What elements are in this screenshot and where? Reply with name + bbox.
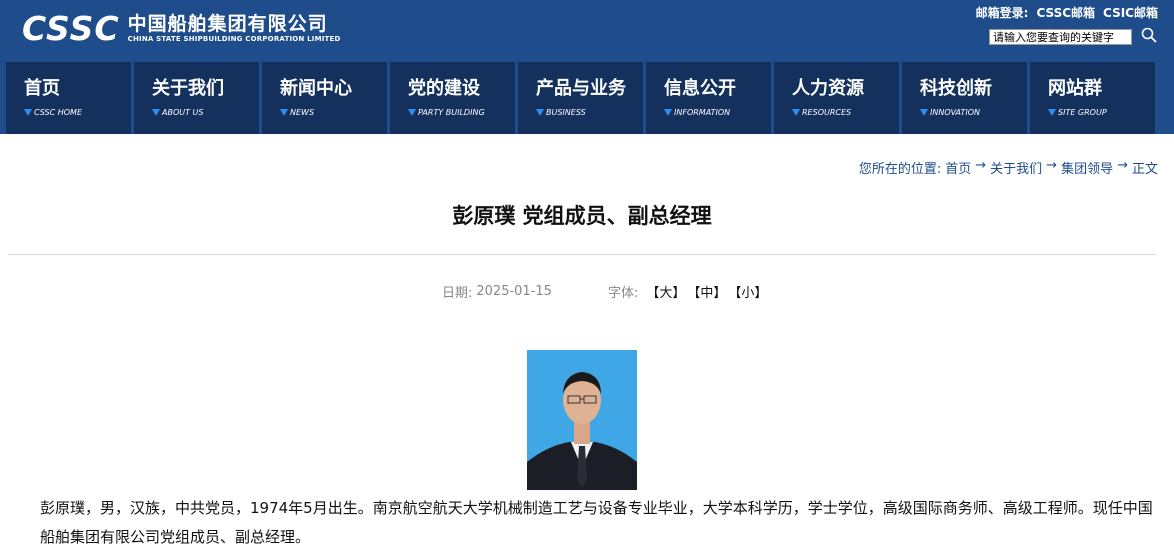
article-title: 彭原璞 党组成员、副总经理: [452, 204, 712, 228]
breadcrumb-link-leaders[interactable]: 集团领导: [1061, 158, 1113, 177]
logo-cn: 中国船舶集团有限公司: [127, 12, 328, 35]
nav-label: 产品与业务: [536, 78, 626, 99]
nav-item-innovation[interactable]: 科技创新 INNOVATION: [902, 62, 1027, 134]
article-body: 彭原璞，男，汉族，中共党员，1974年5月出生。南京航空航天大学机械制造工艺与设…: [40, 499, 1153, 546]
nav-sublabel: BUSINESS: [546, 108, 586, 117]
nav-item-news[interactable]: 新闻中心 NEWS: [262, 62, 387, 134]
breadcrumb-separator: →: [1046, 158, 1058, 173]
triangle-down-icon: [408, 109, 416, 116]
logo-en: CSSC: [22, 8, 120, 48]
mail-login: 邮箱登录: CSSC邮箱 CSIC邮箱: [976, 4, 1158, 21]
site-header: CSSC 中国船舶集团有限公司 CHINA STATE SHIPBUILDING…: [0, 0, 1174, 134]
breadcrumb-link-about[interactable]: 关于我们: [990, 158, 1042, 177]
nav-sublabel: ABOUT US: [162, 108, 204, 117]
nav-label: 网站群: [1048, 78, 1102, 99]
font-size-small[interactable]: 【小】: [728, 282, 767, 301]
mail-link-csic[interactable]: CSIC邮箱: [1103, 4, 1158, 21]
font-size-label: 字体:: [607, 286, 639, 301]
nav-label: 首页: [24, 78, 60, 99]
nav-sublabel: SITE GROUP: [1058, 108, 1107, 117]
date-value: 2025-01-15: [476, 284, 552, 299]
nav-item-party[interactable]: 党的建设 PARTY BUILDING: [390, 62, 515, 134]
nav-label: 科技创新: [920, 78, 992, 99]
nav-sublabel: INFORMATION: [674, 108, 731, 117]
triangle-down-icon: [280, 109, 288, 116]
triangle-down-icon: [152, 109, 160, 116]
triangle-down-icon: [920, 109, 928, 116]
mail-label: 邮箱登录:: [975, 6, 1029, 20]
portrait-photo: [527, 350, 637, 490]
logo-subtitle: CHINA STATE SHIPBUILDING CORPORATION LIM…: [127, 34, 341, 43]
nav-item-site-group[interactable]: 网站群 SITE GROUP: [1030, 62, 1155, 134]
breadcrumb: 您所在的位置: 首页 → 关于我们 → 集团领导 → 正文: [859, 158, 1158, 177]
nav-sublabel: RESOURCES: [802, 108, 852, 117]
nav-item-business[interactable]: 产品与业务 BUSINESS: [518, 62, 643, 134]
triangle-down-icon: [1048, 109, 1056, 116]
breadcrumb-label: 您所在的位置:: [858, 162, 942, 177]
divider: [8, 254, 1156, 255]
nav-label: 关于我们: [152, 78, 224, 99]
breadcrumb-link-home[interactable]: 首页: [945, 158, 971, 177]
nav-item-resources[interactable]: 人力资源 RESOURCES: [774, 62, 899, 134]
nav-sublabel: NEWS: [290, 108, 315, 117]
nav-sublabel: CSSC HOME: [34, 108, 83, 117]
article-meta: 日期: 2025-01-15 字体: 【大】 【中】 【小】: [442, 282, 767, 301]
search-icon[interactable]: [1140, 26, 1158, 44]
font-size-medium[interactable]: 【中】: [687, 282, 726, 301]
breadcrumb-current: 正文: [1131, 162, 1158, 177]
breadcrumb-separator: →: [1117, 158, 1128, 173]
nav-label: 党的建设: [408, 78, 480, 99]
nav-label: 新闻中心: [280, 78, 352, 99]
nav-sublabel: INNOVATION: [930, 108, 980, 117]
nav-label: 信息公开: [664, 78, 736, 99]
nav-item-about[interactable]: 关于我们 ABOUT US: [134, 62, 259, 134]
date-label: 日期:: [442, 286, 473, 301]
breadcrumb-separator: →: [975, 158, 987, 173]
nav-sublabel: PARTY BUILDING: [418, 108, 485, 117]
search-input[interactable]: 请输入您要查询的关键字: [989, 29, 1132, 45]
main-nav: 首页 CSSC HOME 关于我们 ABOUT US 新闻中心 NEWS 党的建…: [6, 62, 1156, 134]
font-size-large[interactable]: 【大】: [646, 282, 685, 301]
triangle-down-icon: [792, 109, 800, 116]
triangle-down-icon: [664, 109, 672, 116]
nav-item-information[interactable]: 信息公开 INFORMATION: [646, 62, 771, 134]
mail-link-cssc[interactable]: CSSC邮箱: [1036, 4, 1095, 21]
triangle-down-icon: [24, 109, 32, 116]
nav-item-home[interactable]: 首页 CSSC HOME: [6, 62, 131, 134]
logo[interactable]: CSSC 中国船舶集团有限公司 CHINA STATE SHIPBUILDING…: [22, 8, 341, 48]
nav-label: 人力资源: [792, 78, 864, 99]
triangle-down-icon: [536, 109, 544, 116]
